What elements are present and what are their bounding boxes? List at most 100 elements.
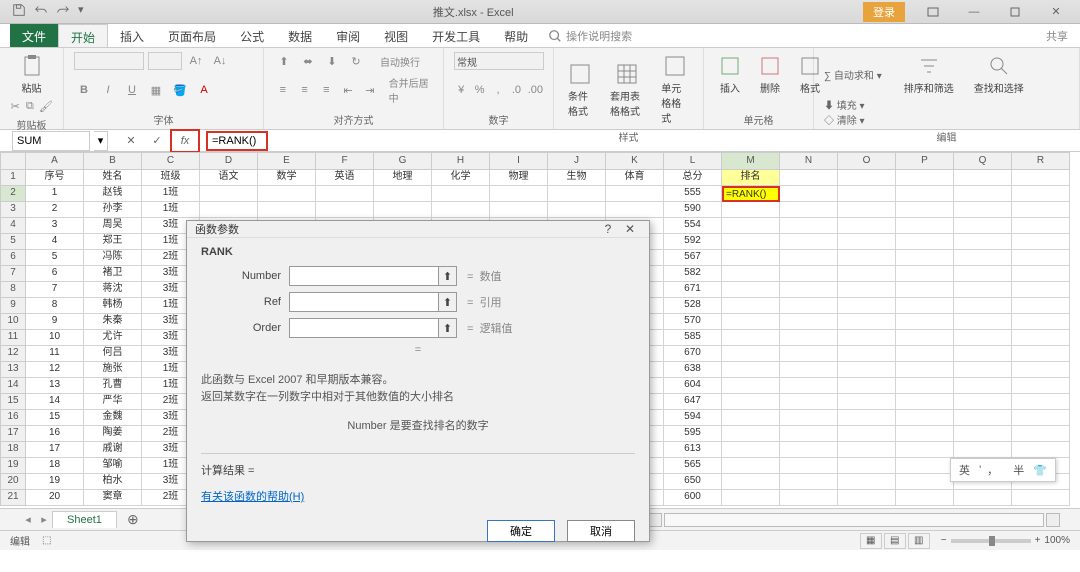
header-cell[interactable]: 数学 [258,170,316,186]
tab-home[interactable]: 开始 [58,24,108,47]
cell[interactable]: 孔曹 [84,378,142,394]
horizontal-scrollbar[interactable] [648,513,1080,527]
conditional-formatting-button[interactable]: 条件格式 [564,60,596,120]
cell[interactable]: 14 [26,394,84,410]
sort-filter-button[interactable]: 排序和筛选 [900,52,958,97]
cell[interactable] [896,234,954,250]
bold-button[interactable]: B [74,81,94,99]
tab-help[interactable]: 帮助 [492,24,540,47]
cell[interactable] [954,314,1012,330]
cell[interactable]: 13 [26,378,84,394]
cell[interactable]: 严华 [84,394,142,410]
cell[interactable]: 9 [26,314,84,330]
cell[interactable]: 韩杨 [84,298,142,314]
increase-decimal-icon[interactable]: .0 [509,81,523,99]
header-cell[interactable]: 语文 [200,170,258,186]
zoom-level[interactable]: 100% [1044,535,1070,546]
col-header[interactable]: P [896,152,954,170]
ribbon-display-icon[interactable] [913,2,953,22]
cell[interactable] [1012,202,1070,218]
cell[interactable]: 金魏 [84,410,142,426]
header-cell[interactable]: 姓名 [84,170,142,186]
header-cell[interactable]: 体育 [606,170,664,186]
cell[interactable] [896,266,954,282]
cell[interactable]: 褚卫 [84,266,142,282]
col-header[interactable]: D [200,152,258,170]
cell[interactable] [954,218,1012,234]
cell[interactable]: 5 [26,250,84,266]
cell[interactable]: 赵钱 [84,186,142,202]
cell[interactable] [1012,282,1070,298]
font-name-input[interactable] [74,52,144,70]
cell[interactable] [1012,394,1070,410]
cell[interactable] [780,346,838,362]
clear-button[interactable]: ◇ 清除 ▾ [824,112,865,127]
cell[interactable] [780,410,838,426]
cell[interactable] [1012,346,1070,362]
col-header[interactable]: H [432,152,490,170]
cell[interactable] [200,186,258,202]
cell[interactable] [722,474,780,490]
cell[interactable] [780,250,838,266]
italic-button[interactable]: I [98,81,118,99]
cell[interactable] [954,298,1012,314]
cell[interactable] [722,362,780,378]
cell[interactable] [896,378,954,394]
cell[interactable] [838,298,896,314]
cell[interactable] [722,250,780,266]
cell[interactable]: 1班 [142,202,200,218]
cell[interactable] [954,234,1012,250]
row-header[interactable]: 2 [0,186,26,202]
align-left-icon[interactable]: ≡ [274,81,292,99]
decrease-decimal-icon[interactable]: .00 [528,81,543,99]
tab-insert[interactable]: 插入 [108,24,156,47]
header-cell[interactable]: 排名 [722,170,780,186]
cell[interactable] [838,458,896,474]
row-header[interactable]: 16 [0,410,26,426]
cell[interactable]: 19 [26,474,84,490]
cell[interactable] [722,442,780,458]
cell[interactable] [1012,378,1070,394]
cell[interactable]: 戚谢 [84,442,142,458]
dialog-close-icon[interactable]: ✕ [619,222,641,236]
cell[interactable] [954,186,1012,202]
arg-number-input[interactable] [289,266,439,286]
maximize-icon[interactable] [995,2,1035,22]
close-icon[interactable]: ✕ [1036,2,1076,22]
new-sheet-icon[interactable]: ⊕ [123,510,143,529]
col-header[interactable]: L [664,152,722,170]
cell[interactable] [838,186,896,202]
cell[interactable] [1012,314,1070,330]
cell[interactable]: 638 [664,362,722,378]
cell[interactable] [896,250,954,266]
insert-cells-button[interactable]: 插入 [714,52,746,97]
cell[interactable] [838,410,896,426]
cell[interactable] [838,346,896,362]
tab-dev[interactable]: 开发工具 [420,24,492,47]
cell[interactable]: 冯陈 [84,250,142,266]
cell[interactable] [954,490,1012,506]
fill-button[interactable]: ⬇ 填充 ▾ [824,97,865,112]
scroll-left-icon[interactable] [648,513,662,527]
cell-styles-button[interactable]: 单元格格式 [657,52,693,127]
cell[interactable]: 蒋沈 [84,282,142,298]
header-cell[interactable] [896,170,954,186]
cell[interactable] [780,442,838,458]
cell[interactable]: 何吕 [84,346,142,362]
format-painter-icon[interactable]: 🖌 [39,97,53,115]
cell[interactable] [896,346,954,362]
cell[interactable] [722,378,780,394]
font-color-icon[interactable]: A [194,81,214,99]
cell[interactable] [258,186,316,202]
cell[interactable] [1012,298,1070,314]
cell[interactable] [954,346,1012,362]
cell[interactable] [896,298,954,314]
cell[interactable]: 邹喻 [84,458,142,474]
cell[interactable] [838,426,896,442]
scroll-track[interactable] [664,513,1044,527]
cell[interactable] [722,298,780,314]
cell[interactable] [838,282,896,298]
cell[interactable] [606,186,664,202]
cell[interactable]: 4 [26,234,84,250]
row-header[interactable]: 10 [0,314,26,330]
